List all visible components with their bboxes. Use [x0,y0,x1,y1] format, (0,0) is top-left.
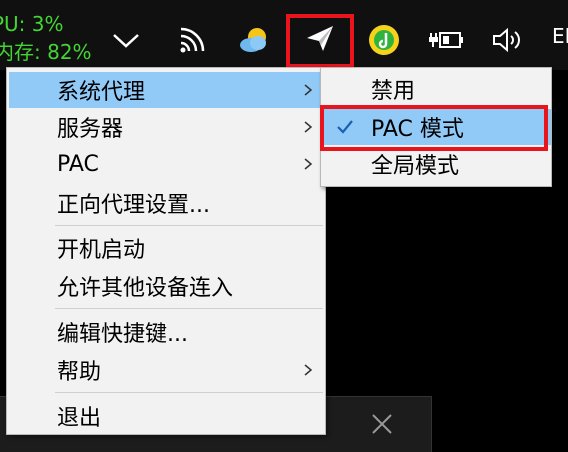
chevron-up-icon[interactable] [108,22,144,58]
chevron-right-icon [304,364,313,376]
menu-item-exit[interactable]: 退出 [9,398,325,434]
submenu-item-label: 禁用 [371,79,416,104]
chevron-right-icon [304,121,313,133]
menu-item-label: PAC [57,151,99,177]
menu-item-label: 退出 [57,406,102,431]
menu-item-pac[interactable]: PAC [9,146,325,182]
close-icon[interactable] [366,408,398,440]
menu-item-start-on-boot[interactable]: 开机启动 [9,230,325,266]
menu-item-label: 正向代理设置... [57,193,210,218]
tray-context-menu: 系统代理 服务器 PAC 正向代理设置... 开机启动 允许其他设备连入 编辑快… [6,67,326,435]
wifi-icon[interactable] [174,22,210,58]
menu-item-edit-hotkeys[interactable]: 编辑快捷键... [9,314,325,350]
menu-item-label: 帮助 [57,360,102,385]
menu-item-allow-lan[interactable]: 允许其他设备连入 [9,268,325,304]
cpu-usage: CPU: 3% [0,12,64,36]
taskbar: CPU: 3% 内存: 82% [0,0,568,70]
memory-usage: 内存: 82% [0,40,92,64]
menu-item-forward-proxy-settings[interactable]: 正向代理设置... [9,185,325,221]
battery-plug-icon[interactable] [428,22,464,58]
submenu-item-label: 全局模式 [371,154,460,179]
submenu-highlight-box [320,105,548,151]
weather-cloud-icon[interactable] [236,22,272,58]
submenu-item-global-mode[interactable]: 全局模式 [323,146,551,182]
menu-item-system-proxy[interactable]: 系统代理 [9,72,325,108]
input-language-indicator[interactable]: EN [552,24,568,48]
chevron-right-icon [304,84,313,96]
music-app-icon[interactable] [366,22,402,58]
menu-item-label: 允许其他设备连入 [57,276,234,301]
speaker-icon[interactable] [490,22,526,58]
menu-item-servers[interactable]: 服务器 [9,109,325,145]
tray-icon-highlight-box [286,14,354,68]
menu-item-label: 系统代理 [57,80,146,105]
menu-item-label: 开机启动 [57,238,146,263]
system-monitor: CPU: 3% 内存: 82% [0,10,92,66]
menu-item-label: 服务器 [57,117,124,142]
chevron-right-icon [304,158,313,170]
menu-separator [55,308,323,309]
menu-item-label: 编辑快捷键... [57,322,188,347]
menu-separator [55,392,323,393]
submenu-item-disable[interactable]: 禁用 [323,71,551,107]
menu-separator [55,225,323,226]
menu-item-help[interactable]: 帮助 [9,352,325,388]
